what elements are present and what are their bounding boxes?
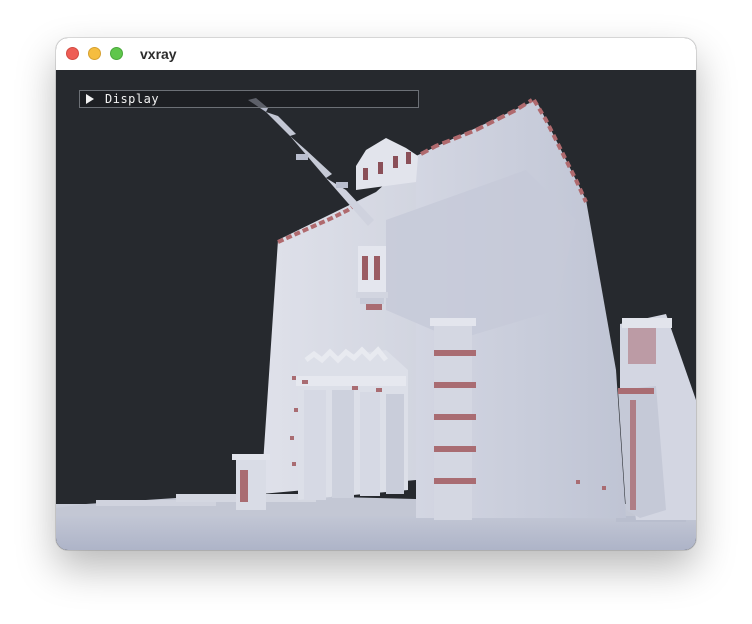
- balcony: [356, 246, 388, 310]
- close-window-button[interactable]: [66, 47, 79, 60]
- voxel-scene-render: [56, 70, 696, 550]
- entrance-facade: [296, 346, 408, 500]
- display-panel-header[interactable]: Display: [79, 90, 419, 108]
- triangle-right-icon[interactable]: [86, 94, 94, 104]
- render-viewport[interactable]: Display: [56, 70, 696, 550]
- minimize-window-button[interactable]: [88, 47, 101, 60]
- app-window: vxray Display: [56, 38, 696, 550]
- window-title: vxray: [140, 46, 177, 62]
- title-bar[interactable]: vxray: [56, 38, 696, 71]
- display-panel-label: Display: [105, 92, 160, 106]
- stacked-pillar: [430, 318, 476, 520]
- left-annex: [232, 454, 270, 510]
- zoom-window-button[interactable]: [110, 47, 123, 60]
